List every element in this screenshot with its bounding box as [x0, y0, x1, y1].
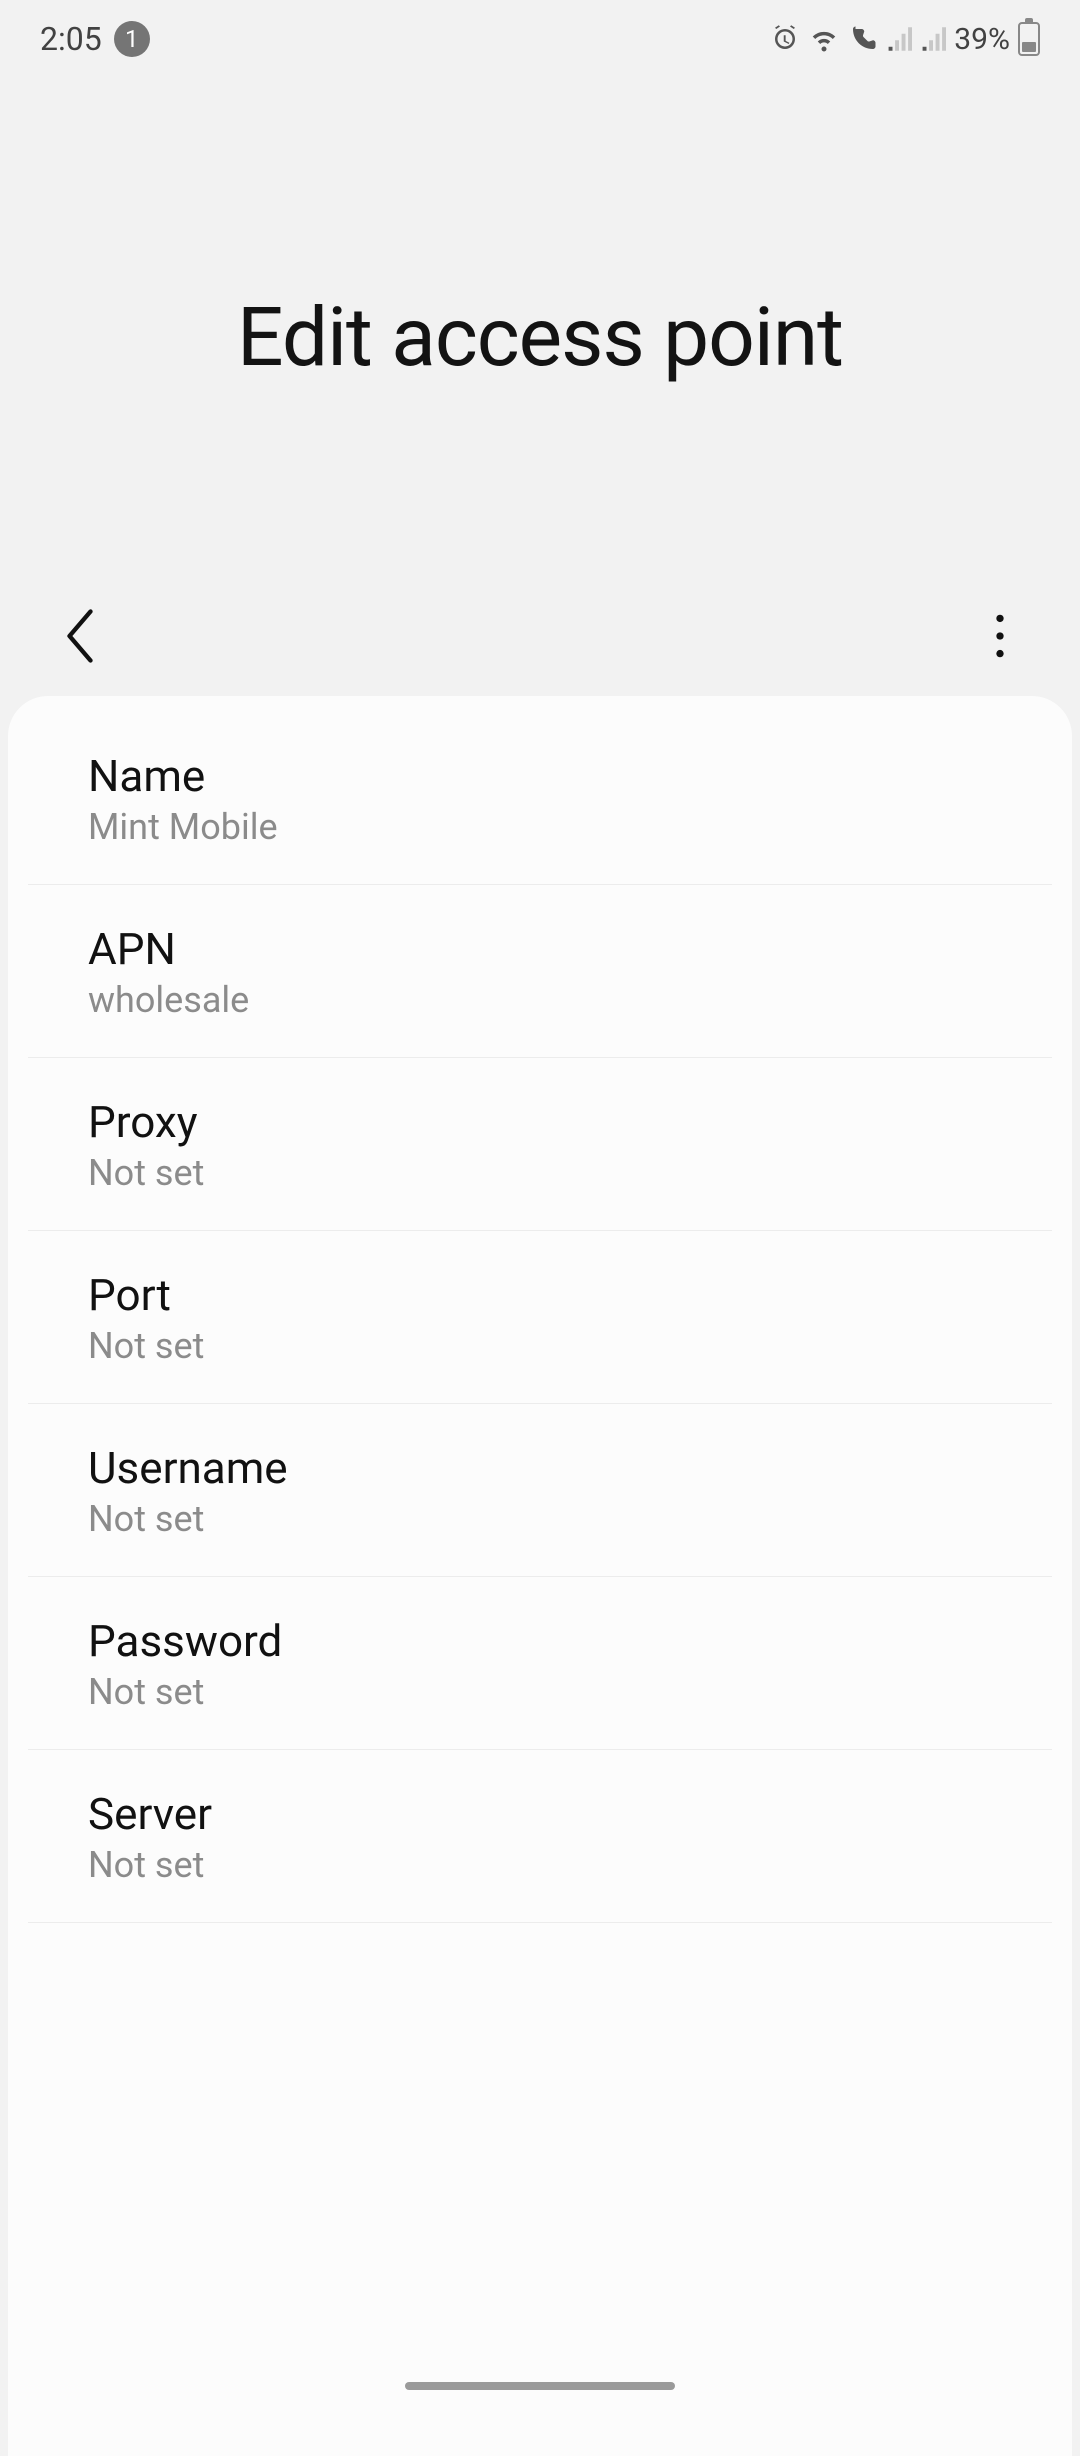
status-bar: 2:05 1 39% [0, 0, 1080, 60]
wifi-icon [808, 24, 840, 54]
setting-label: APN [88, 923, 992, 975]
settings-list: Name Mint Mobile APN wholesale Proxy Not… [8, 696, 1072, 2456]
setting-value: wholesale [88, 979, 992, 1021]
signal-1-icon [886, 25, 912, 53]
battery-percent-text: 39% [954, 22, 1010, 57]
back-button[interactable] [50, 606, 110, 666]
setting-label: Username [88, 1442, 992, 1494]
battery-icon [1018, 22, 1040, 56]
setting-username[interactable]: Username Not set [28, 1404, 1052, 1577]
setting-proxy[interactable]: Proxy Not set [28, 1058, 1052, 1231]
alarm-icon [770, 24, 800, 54]
setting-value: Not set [88, 1325, 992, 1367]
setting-value: Not set [88, 1671, 992, 1713]
notification-count-badge: 1 [114, 21, 150, 57]
setting-server[interactable]: Server Not set [28, 1750, 1052, 1923]
status-left: 2:05 1 [40, 20, 150, 58]
more-vertical-icon [994, 614, 1006, 658]
page-title: Edit access point [60, 290, 1020, 386]
home-indicator[interactable] [405, 2382, 675, 2390]
setting-apn[interactable]: APN wholesale [28, 885, 1052, 1058]
status-time: 2:05 [40, 20, 102, 58]
chevron-left-icon [62, 608, 98, 664]
setting-value: Not set [88, 1844, 992, 1886]
header-area: Edit access point [0, 60, 1080, 586]
setting-label: Name [88, 750, 992, 802]
setting-label: Port [88, 1269, 992, 1321]
signal-2-icon [920, 25, 946, 53]
setting-value: Not set [88, 1152, 992, 1194]
toolbar [0, 586, 1080, 696]
setting-value: Mint Mobile [88, 806, 992, 848]
setting-name[interactable]: Name Mint Mobile [28, 706, 1052, 885]
status-right: 39% [770, 22, 1040, 57]
setting-label: Server [88, 1788, 992, 1840]
setting-label: Proxy [88, 1096, 992, 1148]
setting-label: Password [88, 1615, 992, 1667]
setting-value: Not set [88, 1498, 992, 1540]
setting-port[interactable]: Port Not set [28, 1231, 1052, 1404]
wifi-calling-icon [848, 24, 878, 54]
setting-password[interactable]: Password Not set [28, 1577, 1052, 1750]
more-options-button[interactable] [970, 606, 1030, 666]
